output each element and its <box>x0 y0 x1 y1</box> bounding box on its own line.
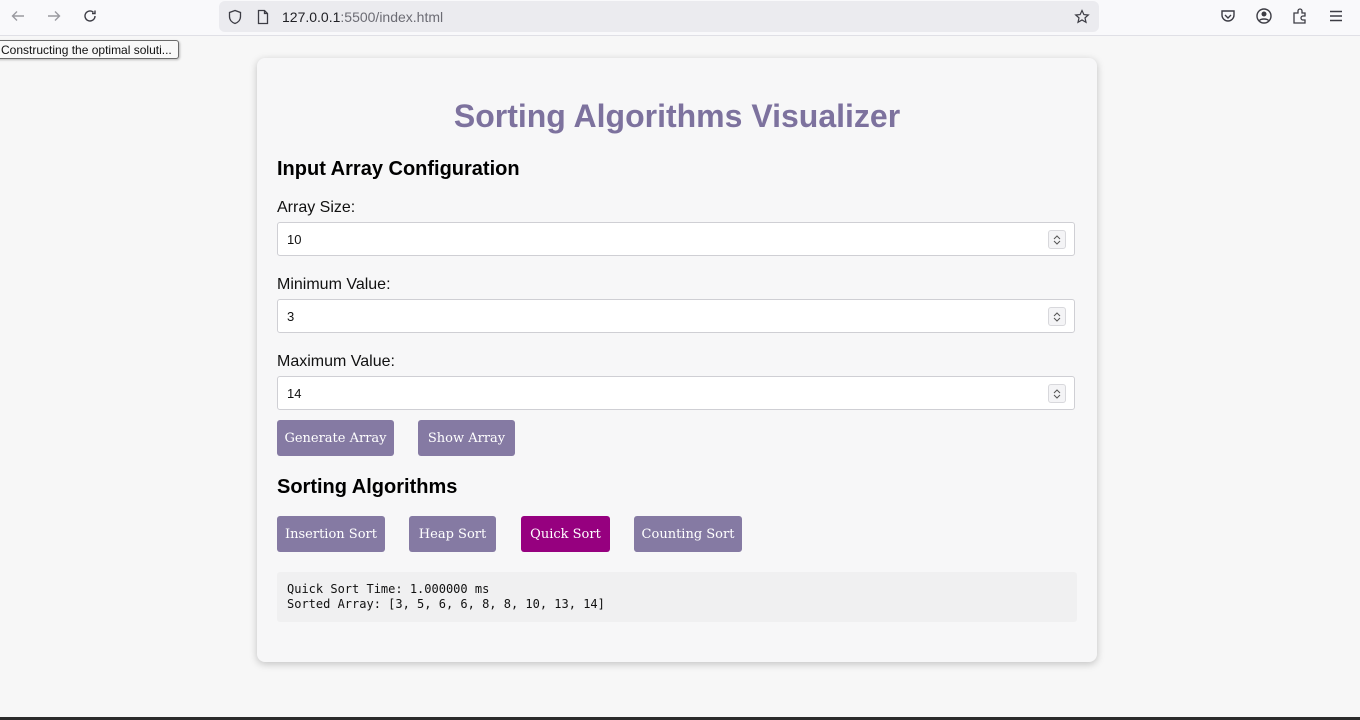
min-value-input[interactable]: 3 <box>277 299 1075 333</box>
sort-time-text: Quick Sort Time: 1.000000 ms <box>287 582 490 596</box>
array-size-value: 10 <box>287 232 302 247</box>
max-value-label: Maximum Value: <box>277 353 395 370</box>
config-heading: Input Array Configuration <box>277 158 520 180</box>
visualizer-card: Sorting Algorithms Visualizer Input Arra… <box>257 58 1097 662</box>
array-size-input[interactable]: 10 <box>277 222 1075 256</box>
min-value-label: Minimum Value: <box>277 276 391 293</box>
stepper-icon[interactable] <box>1048 230 1066 249</box>
url-text: 127.0.0.1:5500/index.html <box>282 9 444 25</box>
counting-sort-button[interactable]: Counting Sort <box>634 516 742 552</box>
page-title: Sorting Algorithms Visualizer <box>453 98 901 134</box>
stepper-icon[interactable] <box>1048 307 1066 326</box>
min-value-value: 3 <box>287 309 295 324</box>
max-value-value: 14 <box>287 386 302 401</box>
shield-icon[interactable] <box>227 9 243 25</box>
account-icon[interactable] <box>1254 6 1274 26</box>
insertion-sort-button[interactable]: Insertion Sort <box>277 516 385 552</box>
reload-icon[interactable] <box>76 4 104 28</box>
result-output: Quick Sort Time: 1.000000 ms Sorted Arra… <box>277 572 1077 622</box>
bookmark-star-icon[interactable] <box>1074 9 1090 25</box>
algorithms-heading: Sorting Algorithms <box>277 476 458 498</box>
back-icon[interactable] <box>4 4 32 28</box>
forward-icon[interactable] <box>40 4 68 28</box>
pocket-icon[interactable] <box>1218 6 1238 26</box>
stepper-icon[interactable] <box>1048 384 1066 403</box>
quick-sort-button[interactable]: Quick Sort <box>521 516 610 552</box>
tooltip: Constructing the optimal soluti... <box>0 40 179 59</box>
browser-toolbar: 127.0.0.1:5500/index.html <box>0 0 1360 36</box>
show-array-button[interactable]: Show Array <box>418 420 515 456</box>
page-icon <box>255 9 271 25</box>
heap-sort-button[interactable]: Heap Sort <box>409 516 496 552</box>
menu-icon[interactable] <box>1326 6 1346 26</box>
generate-array-button[interactable]: Generate Array <box>277 420 394 456</box>
max-value-input[interactable]: 14 <box>277 376 1075 410</box>
array-size-label: Array Size: <box>277 199 356 216</box>
sorted-array-text: Sorted Array: [3, 5, 6, 6, 8, 8, 10, 13,… <box>287 597 605 611</box>
extensions-icon[interactable] <box>1290 6 1310 26</box>
